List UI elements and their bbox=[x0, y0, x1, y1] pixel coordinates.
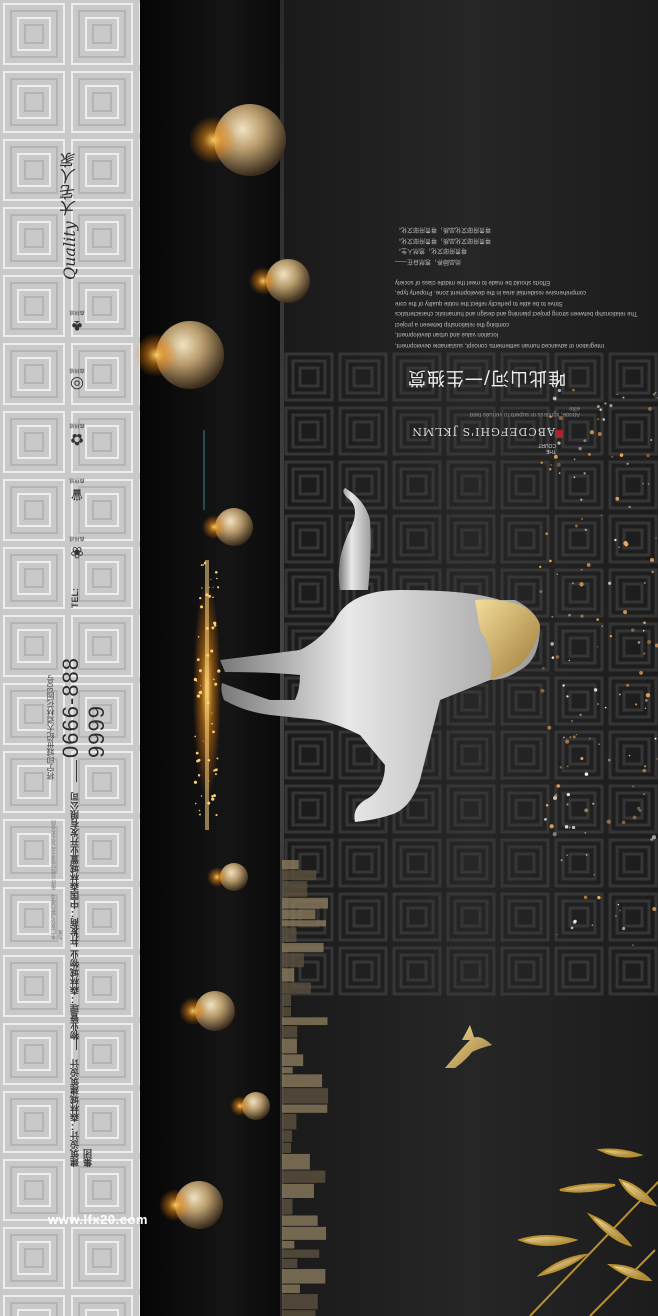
body-line: 尊贵府邸文化，悠然人生。 bbox=[395, 247, 468, 254]
logo-caption: 森林城 bbox=[69, 477, 85, 483]
red-seal-icon bbox=[555, 430, 563, 438]
body-line: location value and urban development, bbox=[395, 331, 499, 338]
divider-line bbox=[76, 925, 77, 947]
body-line: 尊贵府邸文化品质，尊贵府邸文化。 bbox=[395, 237, 492, 243]
logo-item: ♛ 森林城 bbox=[60, 470, 94, 504]
orb-glow bbox=[249, 267, 277, 295]
orb-glow bbox=[230, 1096, 250, 1116]
logo-caption: 森林城 bbox=[69, 367, 85, 373]
body-line: Efforts should be made to meet the middl… bbox=[395, 279, 550, 285]
headline: 唯此山河/一生独赏 bbox=[406, 367, 566, 388]
ring-logo-icon: ◎ bbox=[70, 375, 84, 392]
body-line: 尊贵府邸文化品质，尊贵府邸文化。 bbox=[395, 226, 492, 233]
court-label: THE COURT bbox=[538, 442, 556, 454]
tel-number: 0666-888 9999 bbox=[58, 657, 109, 758]
architect-credit: 建筑设计：森林城建筑设计集团 bbox=[70, 1059, 93, 1167]
orb-glow bbox=[159, 1189, 191, 1221]
body-line: Strive to be able to perfectly reflect t… bbox=[395, 300, 563, 306]
body-line: combing the relationship between a proje… bbox=[395, 321, 510, 327]
address: 将宁印城世纪大道林花园30号 bbox=[46, 675, 55, 780]
body-copy: Integration of advanced human settlement… bbox=[395, 180, 655, 350]
body-line bbox=[395, 266, 655, 277]
orb-glow bbox=[207, 867, 227, 887]
body-line: The relationship between strong project … bbox=[395, 310, 638, 317]
logo-caption: 森林城 bbox=[69, 535, 85, 541]
lotus-logo-icon: ✿ bbox=[70, 430, 84, 447]
brand-tagline: Quality 大宅人家 bbox=[60, 152, 79, 280]
developer-credit: 开发商：中国森林城置业开发有限公司 bbox=[70, 792, 80, 945]
logo-caption: 森林城 bbox=[69, 309, 85, 315]
bird-icon bbox=[445, 1025, 492, 1068]
body-line: Integration of advanced human settlement… bbox=[395, 342, 605, 348]
horse-statue bbox=[220, 488, 540, 822]
logo-item: ♣ 森林城 bbox=[60, 300, 94, 334]
tree-logo-icon: ♣ bbox=[71, 317, 83, 334]
orb-glow bbox=[202, 515, 226, 539]
body-line: comprehensive residential area in the de… bbox=[395, 289, 587, 296]
watermark: www.lfx20.com bbox=[48, 1212, 148, 1227]
body-line: 尚品颐养，悠然自在—— bbox=[395, 258, 462, 264]
logo-item: ✿ 森林城 bbox=[60, 415, 94, 449]
property-credit: 物业管理：森林城物业 bbox=[70, 950, 80, 1040]
city-skyline bbox=[282, 860, 329, 1316]
headline-subtitle: Abode, lightless or superb to venues hel… bbox=[469, 405, 580, 417]
logo-caption: 森林城 bbox=[69, 422, 85, 428]
light-beam bbox=[205, 560, 209, 830]
logo-item: ◎ 森林城 bbox=[60, 360, 94, 394]
logo-item: ❀ 森林城 bbox=[60, 528, 94, 562]
flower-logo-icon: ❀ bbox=[70, 543, 84, 560]
divider-line bbox=[76, 760, 77, 782]
teal-beam bbox=[203, 430, 205, 510]
tel-label: TEL: bbox=[70, 588, 80, 608]
orb-glow bbox=[134, 333, 178, 377]
crown-logo-icon: ♛ bbox=[69, 485, 85, 502]
orb-glow bbox=[189, 116, 237, 164]
english-name: ABCDEFGHI'S JKLMN bbox=[411, 425, 555, 438]
orb-glow bbox=[179, 997, 207, 1025]
bamboo-icon bbox=[517, 1148, 658, 1316]
divider-line bbox=[76, 1030, 77, 1050]
fine-print: 本广告仅为要约邀请，最终以政府批准文件及买卖合同为准 bbox=[51, 820, 64, 940]
